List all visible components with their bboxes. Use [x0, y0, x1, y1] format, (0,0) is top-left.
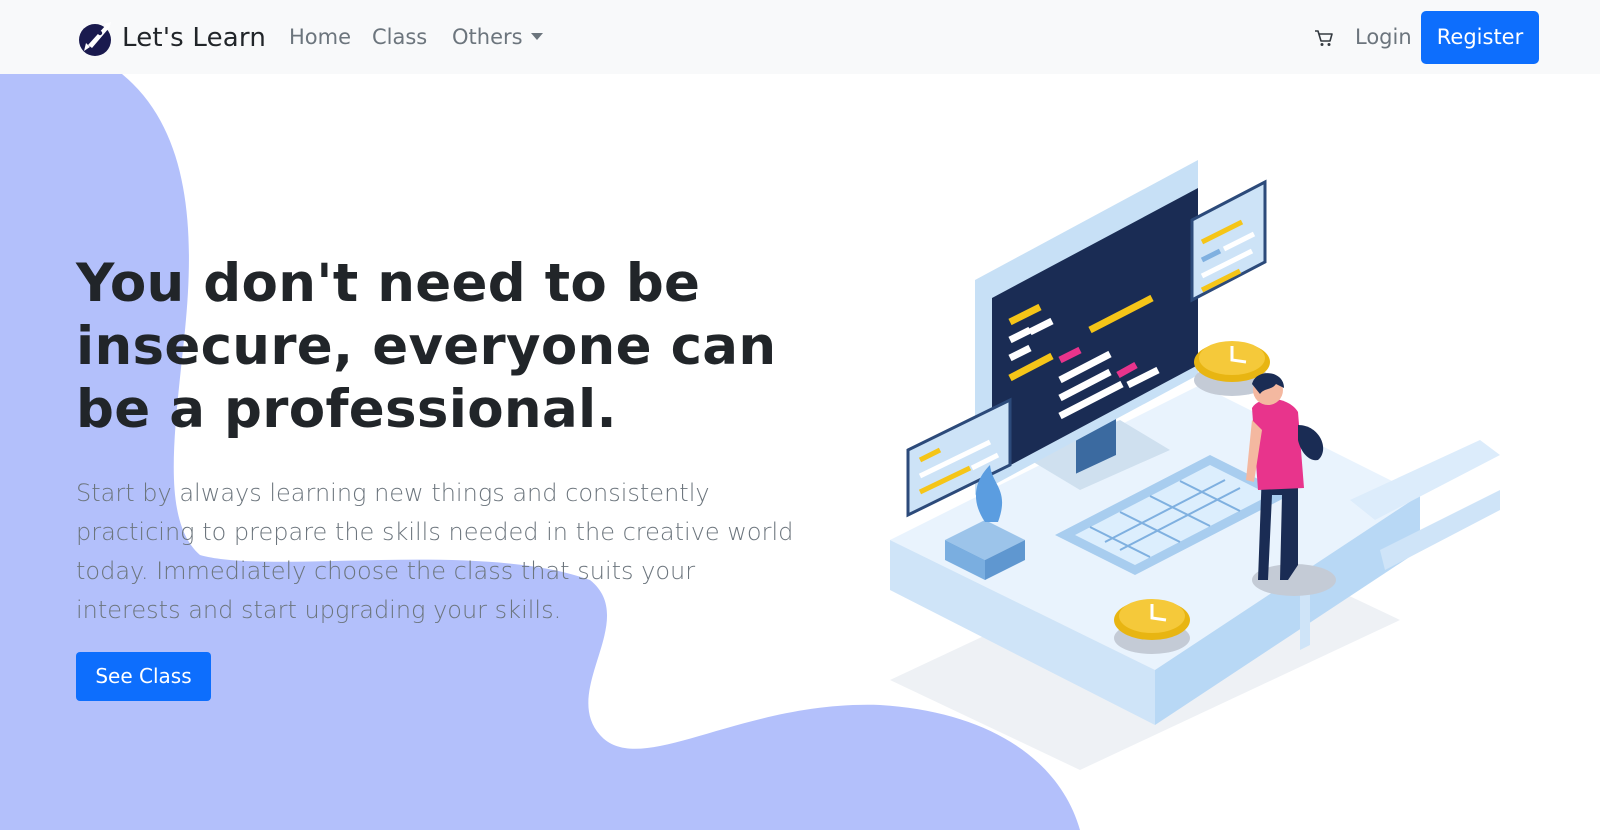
rocket-logo-icon [79, 22, 111, 56]
nav-others-dropdown[interactable]: Others [452, 24, 543, 50]
nav-class-link[interactable]: Class [372, 24, 427, 50]
hero-illustration [890, 160, 1500, 770]
brand-link[interactable]: Let's Learn [76, 18, 266, 58]
nav-others-label: Others [452, 25, 523, 49]
login-link[interactable]: Login [1355, 24, 1412, 50]
hero-lead-text: Start by always learning new things and … [76, 479, 794, 624]
hero-headline: You don't need to be insecure, everyone … [76, 253, 777, 440]
see-class-button[interactable]: See Class [76, 652, 211, 701]
register-button[interactable]: Register [1421, 11, 1539, 64]
cart-icon[interactable] [1313, 28, 1335, 48]
top-navbar: Let's Learn Home Class Others Login Regi… [0, 0, 1600, 74]
chevron-down-icon [530, 33, 543, 40]
nav-home-link[interactable]: Home [289, 24, 351, 50]
brand-name: Let's Learn [122, 23, 267, 53]
